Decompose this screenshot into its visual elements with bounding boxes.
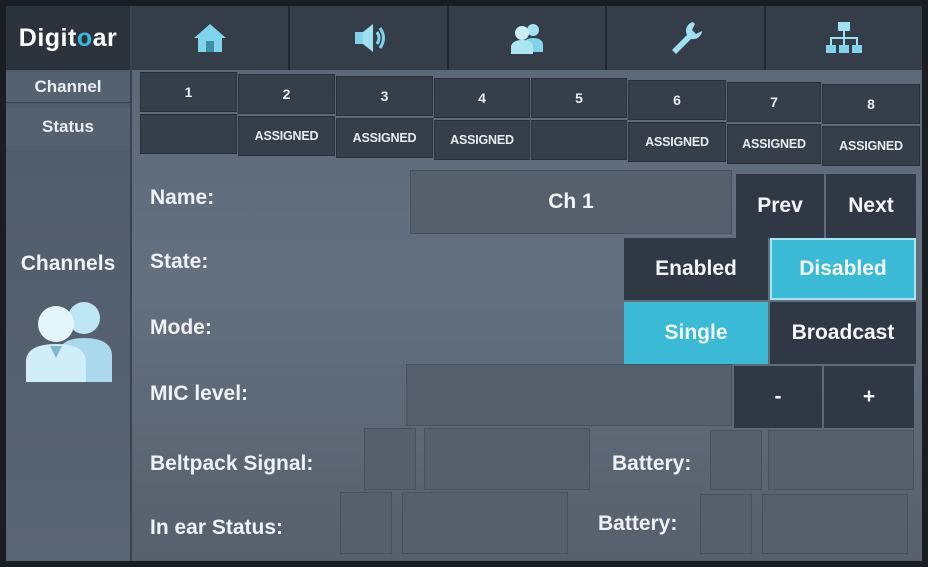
users-icon xyxy=(511,24,544,54)
channel-number-4[interactable]: 4 xyxy=(434,78,530,118)
channel-status-5 xyxy=(531,120,627,160)
name-field[interactable]: Ch 1 xyxy=(410,170,732,234)
channel-status-4: ASSIGNED xyxy=(434,120,530,160)
section-title: Channels xyxy=(20,252,116,275)
channel-number-6[interactable]: 6 xyxy=(628,80,726,120)
tab-audio[interactable] xyxy=(290,6,449,70)
beltpack-signal-indicator xyxy=(364,428,416,490)
channel-number-3[interactable]: 3 xyxy=(336,76,433,116)
single-button[interactable]: Single xyxy=(624,302,768,364)
mic-minus-button[interactable]: - xyxy=(734,366,822,428)
broadcast-button[interactable]: Broadcast xyxy=(770,302,916,364)
mic-plus-button[interactable]: + xyxy=(824,366,914,428)
channel-number-1[interactable]: 1 xyxy=(140,72,237,112)
in-ear-status-field xyxy=(402,492,568,554)
in-ear-battery-label: Battery: xyxy=(598,512,678,535)
channel-grid: 1 2 3 4 5 6 7 8 ASSIGNED ASSIGNED ASSIGN… xyxy=(132,72,922,166)
beltpack-signal-label: Beltpack Signal: xyxy=(150,452,314,475)
top-tab-bar xyxy=(132,6,922,70)
channel-status-7: ASSIGNED xyxy=(727,124,821,164)
channels-users-icon xyxy=(26,302,112,382)
beltpack-battery-indicator xyxy=(710,430,762,490)
channel-number-2[interactable]: 2 xyxy=(238,74,335,114)
status-row-label: Status xyxy=(6,108,130,146)
channel-status-8: ASSIGNED xyxy=(822,126,920,166)
logo-text-a: Digit xyxy=(18,23,77,52)
channel-number-5[interactable]: 5 xyxy=(531,78,627,118)
beltpack-battery-field xyxy=(768,430,914,490)
tab-home[interactable] xyxy=(132,6,291,70)
brand-logo: Digit o ar xyxy=(6,6,130,70)
channel-status-2: ASSIGNED xyxy=(238,116,335,156)
beltpack-signal-field xyxy=(424,428,590,490)
enabled-button[interactable]: Enabled xyxy=(624,238,768,300)
in-ear-battery-field xyxy=(762,494,908,554)
next-button[interactable]: Next xyxy=(826,174,916,238)
channel-status-3: ASSIGNED xyxy=(336,118,433,158)
logo-text-c: ar xyxy=(92,23,118,52)
name-label: Name: xyxy=(150,186,215,209)
home-icon xyxy=(194,24,227,52)
mic-level-label: MIC level: xyxy=(150,382,249,405)
in-ear-battery-indicator xyxy=(700,494,752,554)
in-ear-status-label: In ear Status: xyxy=(150,516,284,539)
mode-label: Mode: xyxy=(150,316,212,339)
beltpack-battery-label: Battery: xyxy=(612,452,692,475)
network-icon xyxy=(825,22,862,53)
tab-settings[interactable] xyxy=(607,6,766,70)
channel-row-label: Channel xyxy=(6,72,130,103)
state-label: State: xyxy=(150,250,209,273)
channel-status-6: ASSIGNED xyxy=(628,122,726,162)
tab-network[interactable] xyxy=(765,6,922,70)
in-ear-status-indicator xyxy=(340,492,392,554)
logo-text-b: o xyxy=(76,23,93,52)
mic-level-field xyxy=(406,364,732,426)
prev-button[interactable]: Prev xyxy=(736,174,824,238)
disabled-button[interactable]: Disabled xyxy=(770,238,916,300)
wrench-icon xyxy=(672,22,703,54)
channel-status-1 xyxy=(140,114,237,154)
channel-number-7[interactable]: 7 xyxy=(727,82,821,122)
left-panel: Digit o ar Channel Status Channels xyxy=(6,6,132,561)
speaker-icon xyxy=(354,24,385,52)
tab-users[interactable] xyxy=(448,6,608,70)
app-screen: Digit o ar Channel Status Channels 1 2 3… xyxy=(6,6,922,561)
channel-number-8[interactable]: 8 xyxy=(822,84,920,124)
